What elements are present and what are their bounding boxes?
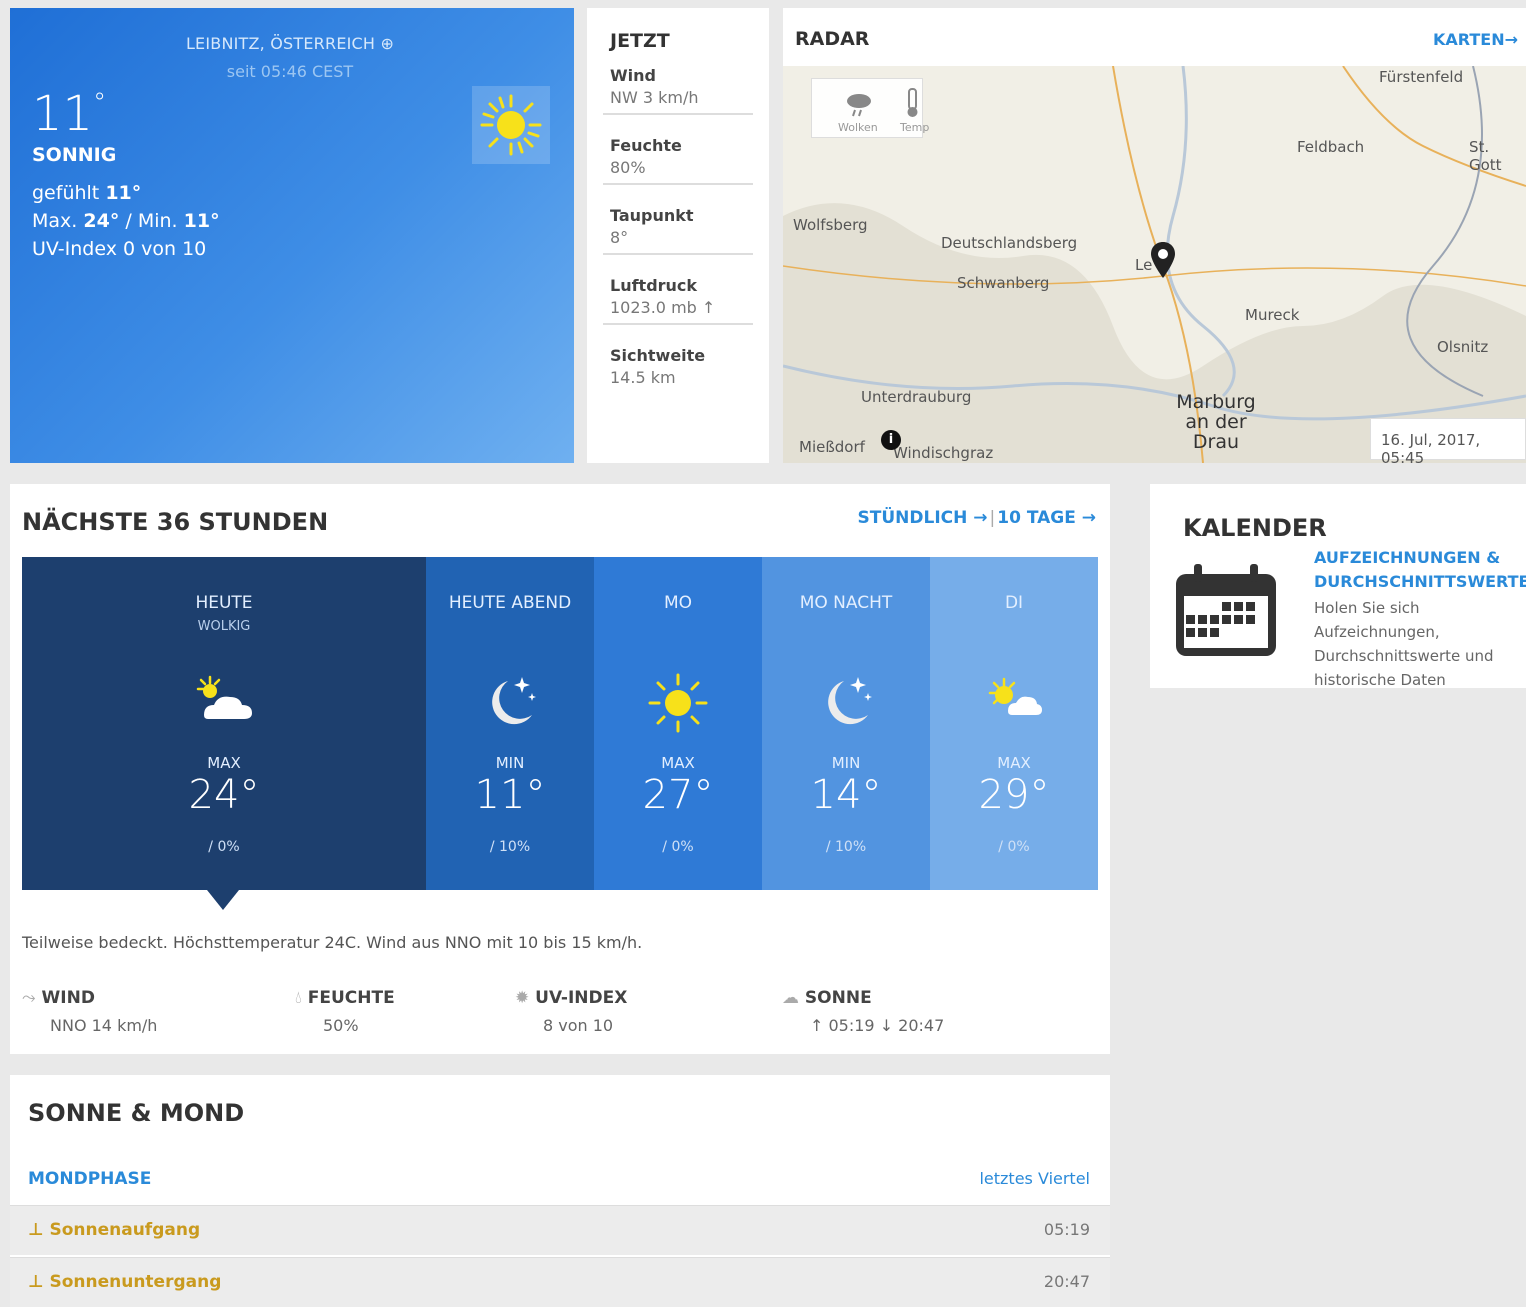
radar-timestamp: 16. Jul, 2017, 05:45	[1370, 418, 1526, 463]
uv-icon: ✹	[515, 988, 530, 1008]
period-mo[interactable]: MO MAX 27° / 0%	[594, 557, 762, 890]
locate-icon[interactable]: ⊕	[380, 34, 394, 53]
partly-cloudy-icon	[196, 675, 252, 719]
calendar-title: KALENDER	[1183, 514, 1327, 542]
rain-drop-icon: /	[825, 839, 831, 855]
sun-moon-card: SONNE & MOND MONDPHASE letztes Viertel ⊥…	[10, 1075, 1110, 1307]
calendar-description: Holen Sie sich Aufzeichnungen, Durchschn…	[1314, 599, 1494, 689]
selected-period-pointer	[207, 890, 239, 910]
detail-wind: ⤳ WIND NNO 14 km/h	[22, 988, 158, 1035]
period-tonight[interactable]: HEUTE ABEND MIN 11° / 10%	[426, 557, 594, 890]
observation-time: seit 05:46 CEST	[226, 62, 354, 81]
current-conditions-card: LEIBNITZ, ÖSTERREICH ⊕ seit 05:46 CEST 1…	[10, 8, 574, 463]
calendar-link[interactable]: AUFZEICHNUNGEN & DURCHSCHNITTSWERTE	[1314, 546, 1526, 594]
now-dewpoint: Taupunkt 8°	[603, 200, 753, 255]
rain-drop-icon: /	[489, 839, 495, 855]
current-condition: SONNIG	[32, 144, 117, 166]
sunset-row: ⊥ Sonnenuntergang 20:47	[10, 1257, 1110, 1307]
detail-humidity: 💧︎ FEUCHTE 50%	[295, 988, 395, 1035]
now-wind: Wind NW 3 km/h	[603, 60, 753, 115]
map-layer-control[interactable]: Wolken Temp	[811, 78, 929, 138]
detail-uv: ✹ UV-INDEX 8 von 10	[515, 988, 628, 1035]
maps-link[interactable]: KARTEN→	[1433, 30, 1518, 49]
radar-title: RADAR	[795, 28, 870, 50]
rain-drop-icon: /	[998, 839, 1004, 855]
info-icon[interactable]: i	[881, 430, 901, 450]
moon-icon	[492, 677, 536, 725]
forecast-links: STÜNDLICH → | 10 TAGE →	[857, 508, 1097, 528]
now-title: JETZT	[610, 30, 670, 52]
forecast-36h-card: NÄCHSTE 36 STUNDEN STÜNDLICH → | 10 TAGE →…	[10, 484, 1110, 1054]
now-panel: JETZT Wind NW 3 km/h Feuchte 80% Taupunkt 8…	[587, 8, 769, 463]
rain-drop-icon: /	[208, 839, 214, 855]
current-temperature: 11°	[32, 86, 107, 142]
wind-icon: ⤳	[22, 988, 36, 1008]
tenday-link[interactable]: 10 TAGE →	[997, 508, 1096, 528]
forecast-36h-title: NÄCHSTE 36 STUNDEN	[22, 508, 329, 536]
period-today[interactable]: HEUTE WOLKIG MAX 24° / 0%	[22, 557, 426, 890]
forecast-periods: HEUTE WOLKIG MAX 24° / 0% HEUTE ABEND MI…	[22, 557, 1098, 890]
calendar-icon	[1176, 564, 1276, 656]
calendar-card: KALENDER AUFZEICHNUNGEN & DURCHSCHNITTSW…	[1150, 484, 1526, 689]
moon-icon	[828, 677, 872, 725]
now-visibility: Sichtweite 14.5 km	[610, 346, 706, 387]
sun-icon	[472, 86, 550, 164]
now-humidity: Feuchte 80%	[603, 130, 753, 185]
sunrise-icon: ☁︎	[782, 988, 799, 1008]
feels-like: gefühlt 11°	[32, 182, 142, 204]
period-di[interactable]: DI MAX 29° / 0%	[930, 557, 1098, 890]
sun-moon-title: SONNE & MOND	[28, 1099, 245, 1127]
partly-cloudy-icon	[988, 677, 1042, 715]
humidity-icon: 💧︎	[295, 988, 302, 1008]
hourly-link[interactable]: STÜNDLICH →	[858, 508, 988, 528]
period-mo-night[interactable]: MO NACHT MIN 14° / 10%	[762, 557, 930, 890]
sun-icon	[648, 673, 708, 733]
max-min: Max. 24° / Min. 11°	[32, 210, 220, 232]
detail-sun: ☁︎ SONNE ↑ 05:19 ↓ 20:47	[782, 988, 945, 1035]
location-pin-icon	[1151, 242, 1175, 282]
cloud-rain-icon[interactable]	[844, 89, 874, 119]
sunset-icon: ⊥	[28, 1272, 44, 1292]
location-label[interactable]: LEIBNITZ, ÖSTERREICH ⊕	[10, 34, 570, 53]
forecast-narrative: Teilweise bedeckt. Höchsttemperatur 24C.…	[22, 933, 643, 952]
sunrise-row: ⊥ Sonnenaufgang 05:19	[10, 1205, 1110, 1255]
moonphase-row: MONDPHASE letztes Viertel	[28, 1169, 1090, 1189]
now-pressure: Luftdruck 1023.0 mb ↑	[603, 270, 753, 325]
sunrise-icon: ⊥	[28, 1220, 44, 1240]
rain-drop-icon: /	[662, 839, 668, 855]
layer-temp-label[interactable]: Temp	[900, 121, 929, 134]
thermometer-icon[interactable]	[904, 87, 924, 119]
radar-panel: RADAR KARTEN→ Fürstenfeld Feldbach St. G…	[783, 8, 1526, 463]
layer-clouds-label[interactable]: Wolken	[838, 121, 878, 134]
uv-index: UV-Index 0 von 10	[32, 238, 207, 260]
